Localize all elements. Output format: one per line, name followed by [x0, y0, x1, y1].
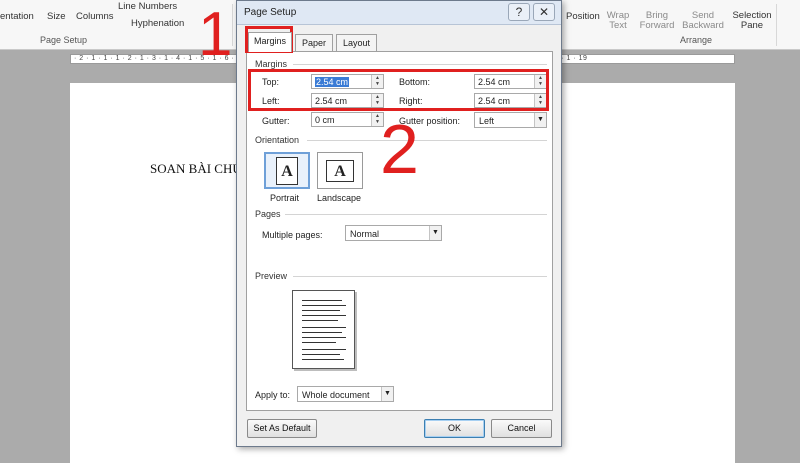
landscape-icon: A: [326, 159, 354, 182]
close-button[interactable]: ✕: [533, 3, 555, 21]
page-preview: [292, 290, 355, 369]
divider: [293, 64, 547, 65]
document-text: SOAN BÀI CHU: [150, 161, 242, 176]
ribbon-separator: [776, 4, 777, 46]
margins-section-heading: Margins: [255, 59, 288, 69]
size-button[interactable]: Size: [47, 11, 65, 22]
tab-margins[interactable]: Margins: [248, 32, 292, 52]
tab-paper[interactable]: Paper: [295, 34, 333, 52]
divider: [307, 140, 547, 141]
annotation-step-2: 2: [380, 110, 419, 188]
gutter-input[interactable]: 0 cm ▲ ▼: [311, 112, 384, 127]
position-button[interactable]: Position: [566, 11, 600, 22]
dialog-titlebar[interactable]: Page Setup ? ✕: [237, 1, 561, 25]
landscape-label: Landscape: [317, 193, 362, 203]
cancel-button[interactable]: Cancel: [491, 419, 552, 438]
dialog-title: Page Setup: [244, 7, 297, 18]
gutter-value: 0 cm: [315, 115, 335, 125]
ok-button[interactable]: OK: [424, 419, 485, 438]
portrait-option[interactable]: A: [264, 152, 310, 189]
preview-section-heading: Preview: [255, 271, 288, 281]
chevron-down-icon[interactable]: ▼: [534, 113, 546, 127]
divider: [285, 214, 547, 215]
hyphenation-button[interactable]: Hyphenation: [131, 18, 184, 29]
orientation-section-heading: Orientation: [255, 135, 300, 145]
gutter-label: Gutter:: [262, 116, 290, 126]
help-button[interactable]: ?: [508, 3, 530, 21]
apply-to-select[interactable]: Whole document ▼: [297, 386, 394, 402]
chevron-down-icon[interactable]: ▼: [381, 387, 393, 401]
multiple-pages-label: Multiple pages:: [262, 230, 323, 240]
annotation-box-margin-fields: [248, 69, 549, 111]
send-backward-button[interactable]: Send Backward: [681, 11, 725, 31]
pages-section-heading: Pages: [255, 209, 281, 219]
line-numbers-button[interactable]: Line Numbers: [118, 1, 177, 12]
wrap-text-button[interactable]: Wrap Text: [604, 11, 632, 31]
portrait-icon: A: [276, 156, 298, 185]
portrait-label: Portrait: [270, 193, 300, 203]
chevron-down-icon[interactable]: ▼: [429, 226, 441, 240]
page-setup-dialog: Page Setup ? ✕ Margins Paper Layout Marg…: [236, 0, 562, 447]
page-setup-group-label: Page Setup: [40, 35, 88, 45]
gutter-position-value: Left: [479, 116, 495, 126]
bring-forward-button[interactable]: Bring Forward: [637, 11, 677, 31]
gutter-position-select[interactable]: Left ▼: [474, 112, 547, 128]
apply-to-label: Apply to:: [255, 390, 291, 400]
set-as-default-button[interactable]: Set As Default: [247, 419, 317, 438]
multiple-pages-value: Normal: [350, 229, 380, 239]
tab-layout[interactable]: Layout: [336, 34, 377, 52]
selection-pane-button[interactable]: Selection Pane: [730, 11, 774, 31]
annotation-step-1: 1: [198, 0, 233, 69]
arrange-group-label: Arrange: [680, 35, 713, 45]
columns-button[interactable]: Columns: [76, 11, 114, 22]
multiple-pages-select[interactable]: Normal ▼: [345, 225, 442, 241]
orientation-button[interactable]: entation: [0, 11, 34, 22]
apply-to-value: Whole document: [302, 390, 370, 400]
divider: [293, 276, 547, 277]
landscape-option[interactable]: A: [317, 152, 363, 189]
